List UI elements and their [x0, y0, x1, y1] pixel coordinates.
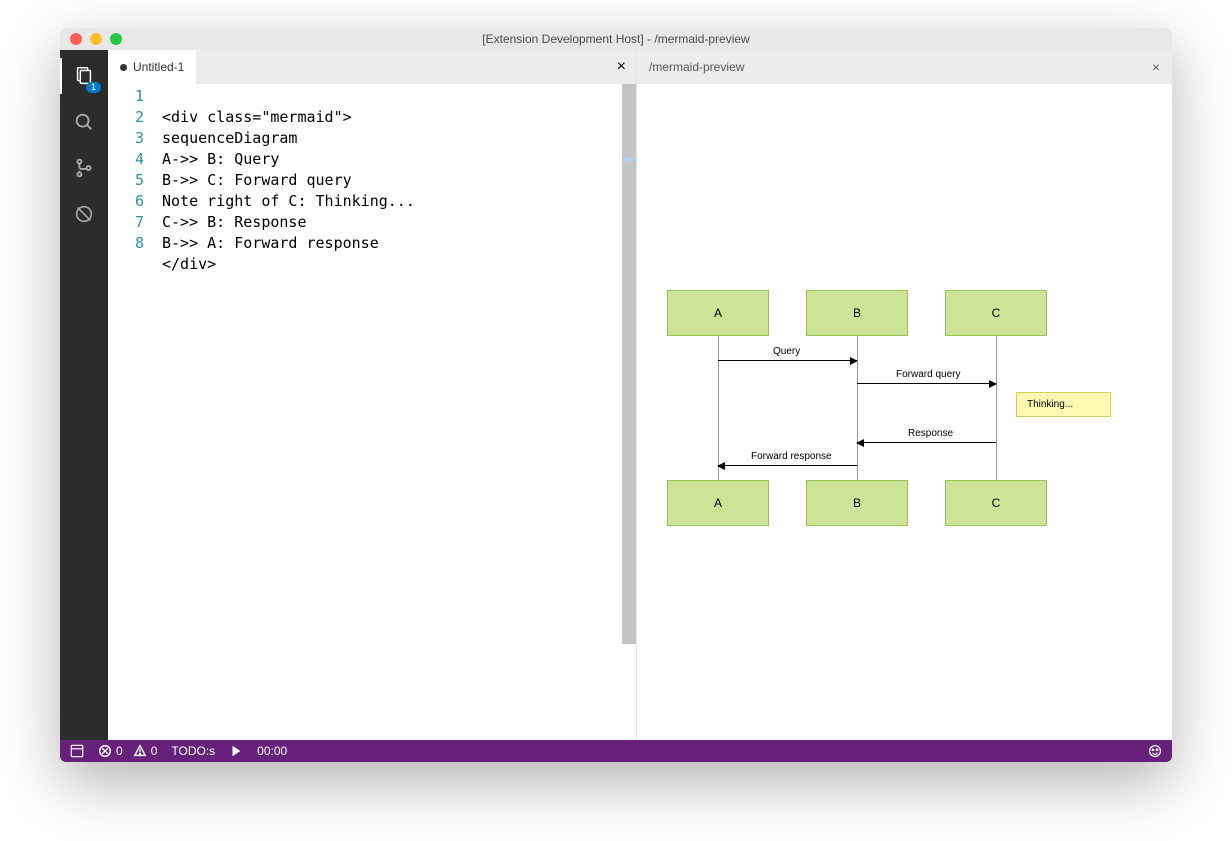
tab-bar-left: Untitled-1 ×	[108, 50, 636, 84]
minimap-selection-marker	[622, 158, 636, 161]
traffic-lights	[60, 33, 122, 45]
status-warnings-count: 0	[151, 744, 158, 758]
editor-area: Untitled-1 × 1 2 3 4 5 6 7 8	[108, 50, 1172, 740]
editor-group-right: /mermaid-preview × A B C	[637, 50, 1172, 740]
mermaid-preview-panel: A B C Query Forward query Thinking... Re…	[637, 84, 1172, 740]
status-play-icon[interactable]	[229, 744, 243, 758]
message-label: Query	[769, 346, 804, 357]
app-window: [Extension Development Host] - /mermaid-…	[60, 28, 1172, 762]
status-timer[interactable]: 00:00	[257, 744, 287, 758]
line-number-gutter: 1 2 3 4 5 6 7 8	[108, 84, 162, 740]
window-close-button[interactable]	[70, 33, 82, 45]
code-content[interactable]: <div class="mermaid"> sequenceDiagram A-…	[162, 84, 415, 740]
explorer-badge: 1	[86, 82, 101, 93]
window-title: [Extension Development Host] - /mermaid-…	[60, 32, 1172, 46]
message-label: Forward query	[892, 369, 964, 380]
tab-bar-right: /mermaid-preview ×	[637, 50, 1172, 84]
message-arrow	[857, 442, 996, 443]
source-control-icon[interactable]	[70, 154, 98, 182]
explorer-icon[interactable]: 1	[70, 62, 98, 90]
window-zoom-button[interactable]	[110, 33, 122, 45]
tab-label: /mermaid-preview	[649, 60, 744, 74]
debug-icon[interactable]	[70, 200, 98, 228]
message-label: Forward response	[747, 451, 836, 462]
message-arrow	[718, 360, 857, 361]
actor-b-bottom: B	[806, 480, 908, 526]
activity-bar: 1	[60, 50, 108, 740]
actor-a-top: A	[667, 290, 769, 336]
tab-preview[interactable]: /mermaid-preview ×	[637, 50, 1172, 84]
status-todo[interactable]: TODO:s	[171, 744, 215, 758]
search-icon[interactable]	[70, 108, 98, 136]
actor-a-bottom: A	[667, 480, 769, 526]
status-errors-count: 0	[116, 744, 123, 758]
dirty-indicator-icon	[120, 64, 127, 71]
code-editor[interactable]: 1 2 3 4 5 6 7 8 <div class="mermaid"> se…	[108, 84, 636, 740]
status-bar: 0 0 TODO:s 00:00	[60, 740, 1172, 762]
tab-untitled[interactable]: Untitled-1	[108, 50, 196, 84]
editor-actions-close-icon[interactable]: ×	[617, 58, 636, 76]
status-problems[interactable]: 0 0	[98, 744, 157, 758]
message-arrow	[718, 465, 857, 466]
titlebar[interactable]: [Extension Development Host] - /mermaid-…	[60, 28, 1172, 50]
status-host-icon[interactable]	[70, 744, 84, 758]
close-icon[interactable]: ×	[1152, 59, 1160, 75]
window-minimize-button[interactable]	[90, 33, 102, 45]
message-arrow	[857, 383, 996, 384]
actor-b-top: B	[806, 290, 908, 336]
message-label: Response	[904, 428, 957, 439]
editor-scrollbar[interactable]	[622, 84, 636, 740]
status-feedback-icon[interactable]	[1148, 744, 1162, 758]
tab-label: Untitled-1	[133, 60, 184, 74]
diagram-note: Thinking...	[1016, 392, 1111, 417]
scrollbar-thumb[interactable]	[622, 84, 636, 644]
actor-c-top: C	[945, 290, 1047, 336]
actor-c-bottom: C	[945, 480, 1047, 526]
editor-group-left: Untitled-1 × 1 2 3 4 5 6 7 8	[108, 50, 637, 740]
